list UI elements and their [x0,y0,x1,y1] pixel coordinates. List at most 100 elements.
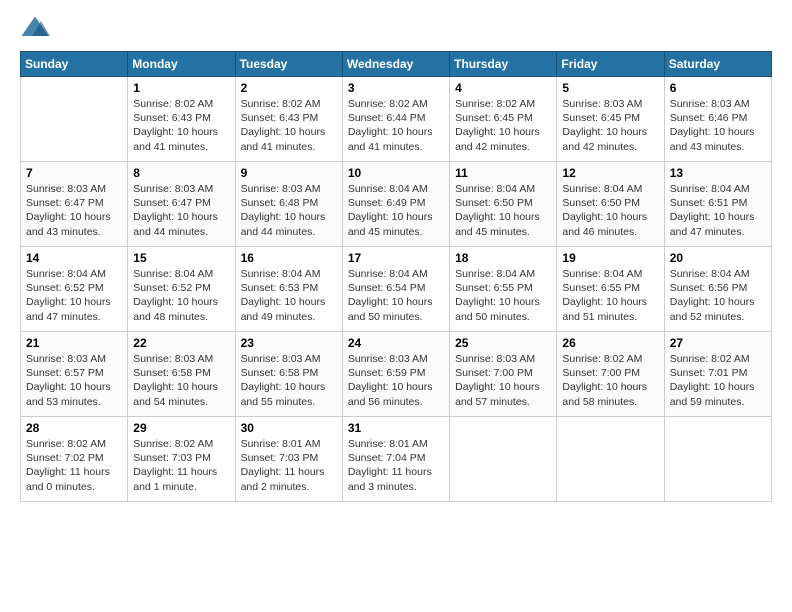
calendar-cell: 21Sunrise: 8:03 AMSunset: 6:57 PMDayligh… [21,332,128,417]
day-info: Sunrise: 8:02 AMSunset: 7:01 PMDaylight:… [670,352,766,409]
calendar-cell: 24 Sunrise: 8:03 AMSunset: 6:59 PMDayligh… [342,332,449,417]
header [20,15,772,39]
calendar-cell: 7 Sunrise: 8:03 AMSunset: 6:47 PMDaylight… [21,162,128,247]
calendar-week-row: 21Sunrise: 8:03 AMSunset: 6:57 PMDayligh… [21,332,772,417]
day-info: Sunrise: 8:04 AMSunset: 6:52 PMDaylight:… [26,267,122,324]
calendar-cell: 2Sunrise: 8:02 AMSunset: 6:43 PMDaylight… [235,77,342,162]
calendar-header-row: SundayMondayTuesdayWednesdayThursdayFrid… [21,52,772,77]
day-number: 27 [670,336,766,350]
weekday-header: Sunday [21,52,128,77]
day-number: 15 [133,251,229,265]
day-info: Sunrise: 8:01 AMSunset: 7:04 PMDaylight:… [348,437,444,494]
day-info: Sunrise: 8:03 AMSunset: 6:47 PMDaylight:… [26,182,122,239]
calendar-cell: 5 Sunrise: 8:03 AMSunset: 6:45 PMDaylight… [557,77,664,162]
day-number: 18 [455,251,551,265]
day-info: Sunrise: 8:04 AMSunset: 6:54 PMDaylight:… [348,267,444,324]
day-info: Sunrise: 8:02 AMSunset: 6:43 PMDaylight:… [133,97,229,154]
day-number: 16 [241,251,337,265]
day-number: 26 [562,336,658,350]
calendar-cell: 8 Sunrise: 8:03 AMSunset: 6:47 PMDaylight… [128,162,235,247]
day-number: 5 [562,81,658,95]
calendar-cell: 31Sunrise: 8:01 AMSunset: 7:04 PMDayligh… [342,417,449,502]
calendar-cell: 15 Sunrise: 8:04 AMSunset: 6:52 PMDayligh… [128,247,235,332]
day-number: 21 [26,336,122,350]
calendar-cell [450,417,557,502]
day-number: 13 [670,166,766,180]
day-number: 17 [348,251,444,265]
day-number: 22 [133,336,229,350]
calendar-cell: 23 Sunrise: 8:03 AMSunset: 6:58 PMDayligh… [235,332,342,417]
day-info: Sunrise: 8:03 AMSunset: 6:47 PMDaylight:… [133,182,229,239]
calendar-cell: 13 Sunrise: 8:04 AMSunset: 6:51 PMDayligh… [664,162,771,247]
calendar-week-row: 7 Sunrise: 8:03 AMSunset: 6:47 PMDaylight… [21,162,772,247]
day-number: 24 [348,336,444,350]
calendar-week-row: 14 Sunrise: 8:04 AMSunset: 6:52 PMDayligh… [21,247,772,332]
logo-icon [20,15,50,39]
calendar-week-row: 1 Sunrise: 8:02 AMSunset: 6:43 PMDaylight… [21,77,772,162]
day-info: Sunrise: 8:02 AMSunset: 6:43 PMDaylight:… [241,97,337,154]
calendar-cell: 9Sunrise: 8:03 AMSunset: 6:48 PMDaylight… [235,162,342,247]
calendar-cell: 30 Sunrise: 8:01 AMSunset: 7:03 PMDayligh… [235,417,342,502]
day-info: Sunrise: 8:02 AMSunset: 6:44 PMDaylight:… [348,97,444,154]
day-info: Sunrise: 8:03 AMSunset: 6:45 PMDaylight:… [562,97,658,154]
calendar-cell: 3 Sunrise: 8:02 AMSunset: 6:44 PMDaylight… [342,77,449,162]
day-info: Sunrise: 8:04 AMSunset: 6:51 PMDaylight:… [670,182,766,239]
calendar-cell: 28 Sunrise: 8:02 AMSunset: 7:02 PMDayligh… [21,417,128,502]
day-number: 12 [562,166,658,180]
calendar-cell [21,77,128,162]
day-info: Sunrise: 8:02 AMSunset: 7:02 PMDaylight:… [26,437,122,494]
day-number: 7 [26,166,122,180]
day-number: 1 [133,81,229,95]
calendar: SundayMondayTuesdayWednesdayThursdayFrid… [20,51,772,502]
day-info: Sunrise: 8:03 AMSunset: 6:46 PMDaylight:… [670,97,766,154]
day-number: 30 [241,421,337,435]
day-info: Sunrise: 8:04 AMSunset: 6:53 PMDaylight:… [241,267,337,324]
calendar-cell: 4 Sunrise: 8:02 AMSunset: 6:45 PMDaylight… [450,77,557,162]
day-info: Sunrise: 8:02 AMSunset: 7:03 PMDaylight:… [133,437,229,494]
calendar-cell: 14 Sunrise: 8:04 AMSunset: 6:52 PMDayligh… [21,247,128,332]
calendar-cell: 27 Sunrise: 8:02 AMSunset: 7:01 PMDayligh… [664,332,771,417]
day-number: 10 [348,166,444,180]
weekday-header: Friday [557,52,664,77]
day-info: Sunrise: 8:03 AMSunset: 6:58 PMDaylight:… [133,352,229,409]
day-info: Sunrise: 8:02 AMSunset: 6:45 PMDaylight:… [455,97,551,154]
day-number: 6 [670,81,766,95]
day-number: 4 [455,81,551,95]
day-info: Sunrise: 8:03 AMSunset: 7:00 PMDaylight:… [455,352,551,409]
calendar-cell: 11 Sunrise: 8:04 AMSunset: 6:50 PMDayligh… [450,162,557,247]
day-number: 3 [348,81,444,95]
calendar-cell: 17 Sunrise: 8:04 AMSunset: 6:54 PMDayligh… [342,247,449,332]
day-info: Sunrise: 8:03 AMSunset: 6:59 PMDaylight:… [348,352,444,409]
day-number: 14 [26,251,122,265]
day-info: Sunrise: 8:04 AMSunset: 6:50 PMDaylight:… [562,182,658,239]
day-info: Sunrise: 8:04 AMSunset: 6:49 PMDaylight:… [348,182,444,239]
day-info: Sunrise: 8:01 AMSunset: 7:03 PMDaylight:… [241,437,337,494]
weekday-header: Monday [128,52,235,77]
calendar-cell: 18 Sunrise: 8:04 AMSunset: 6:55 PMDayligh… [450,247,557,332]
day-info: Sunrise: 8:04 AMSunset: 6:55 PMDaylight:… [455,267,551,324]
page: SundayMondayTuesdayWednesdayThursdayFrid… [0,0,792,612]
day-info: Sunrise: 8:04 AMSunset: 6:56 PMDaylight:… [670,267,766,324]
calendar-cell: 12 Sunrise: 8:04 AMSunset: 6:50 PMDayligh… [557,162,664,247]
calendar-cell [557,417,664,502]
day-info: Sunrise: 8:04 AMSunset: 6:52 PMDaylight:… [133,267,229,324]
day-number: 19 [562,251,658,265]
calendar-cell: 20 Sunrise: 8:04 AMSunset: 6:56 PMDayligh… [664,247,771,332]
day-number: 23 [241,336,337,350]
day-info: Sunrise: 8:03 AMSunset: 6:58 PMDaylight:… [241,352,337,409]
weekday-header: Wednesday [342,52,449,77]
calendar-cell: 25Sunrise: 8:03 AMSunset: 7:00 PMDayligh… [450,332,557,417]
day-info: Sunrise: 8:04 AMSunset: 6:50 PMDaylight:… [455,182,551,239]
calendar-cell: 16 Sunrise: 8:04 AMSunset: 6:53 PMDayligh… [235,247,342,332]
calendar-cell: 6 Sunrise: 8:03 AMSunset: 6:46 PMDaylight… [664,77,771,162]
day-info: Sunrise: 8:02 AMSunset: 7:00 PMDaylight:… [562,352,658,409]
calendar-cell [664,417,771,502]
calendar-cell: 1 Sunrise: 8:02 AMSunset: 6:43 PMDaylight… [128,77,235,162]
day-number: 20 [670,251,766,265]
day-number: 29 [133,421,229,435]
calendar-week-row: 28 Sunrise: 8:02 AMSunset: 7:02 PMDayligh… [21,417,772,502]
calendar-cell: 26 Sunrise: 8:02 AMSunset: 7:00 PMDayligh… [557,332,664,417]
day-number: 8 [133,166,229,180]
day-number: 11 [455,166,551,180]
day-number: 28 [26,421,122,435]
